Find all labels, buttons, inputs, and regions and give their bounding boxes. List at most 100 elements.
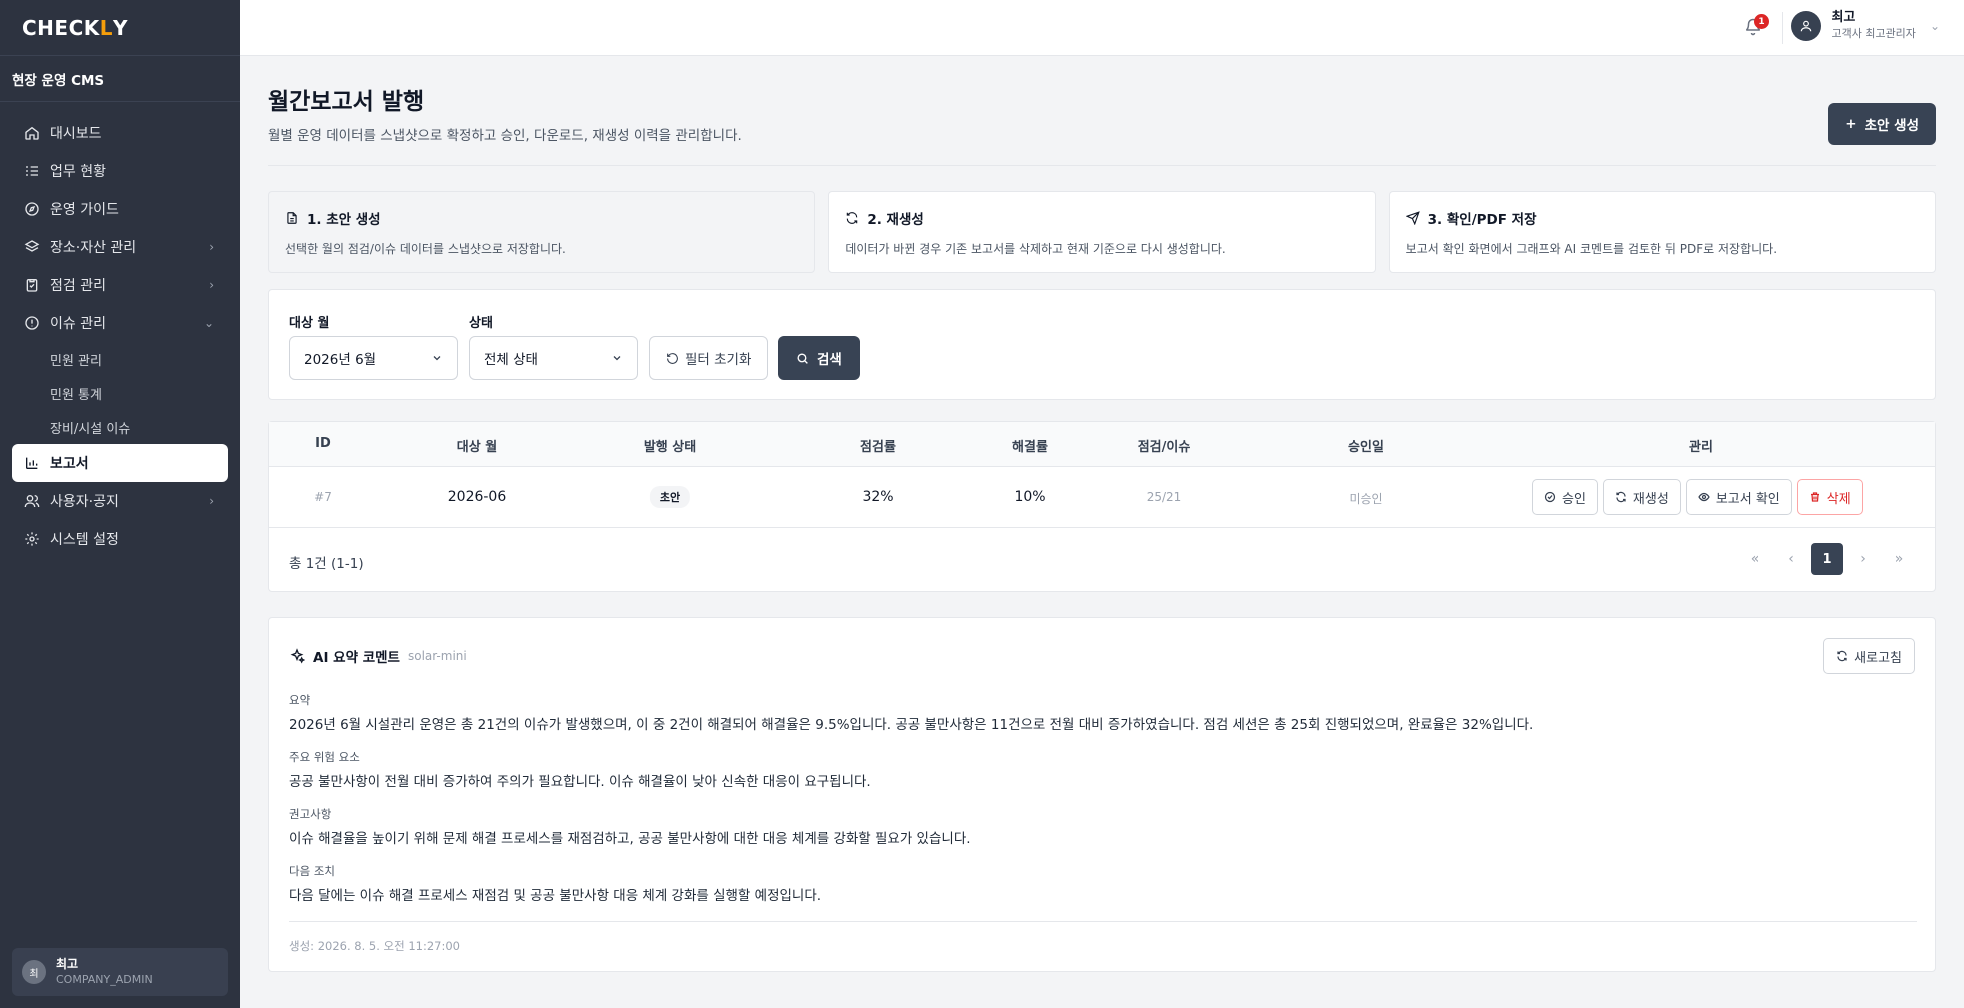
step-card-regen: 2. 재생성 데이터가 바뀐 경우 기존 보고서를 삭제하고 현재 기준으로 다… (828, 191, 1376, 273)
sidebar-item-places-assets[interactable]: 장소·자산 관리 › (12, 228, 228, 266)
filter-panel: 대상 월 2026년 6월 상태 전체 상태 필터 초기화 검색 (268, 289, 1936, 400)
refresh-icon (847, 212, 858, 224)
regenerate-label: 재생성 (1632, 491, 1669, 507)
sidebar-subitem-complaint-stats[interactable]: 민원 통계 (0, 376, 240, 410)
cell-approved: 미승인 (1349, 492, 1383, 506)
cell-counts: 25/21 (1146, 490, 1182, 504)
regenerate-button[interactable]: 재생성 (1602, 479, 1681, 515)
table-row: #7 2026-06 초안 32% 10% 25/21 미승인 승인 재생성 보… (269, 467, 1935, 528)
user-icon (1801, 20, 1812, 31)
col-header-actions: 관리 (1689, 440, 1713, 455)
refresh-button[interactable]: 새로고침 (1823, 638, 1915, 674)
col-header-status: 발행 상태 (643, 440, 697, 455)
view-report-button[interactable]: 보고서 확인 (1685, 479, 1792, 515)
col-header-id: ID (315, 436, 331, 451)
avatar: 최 (22, 960, 46, 984)
logo-text: CHECK (22, 15, 100, 40)
sidebar-item-settings[interactable]: 시스템 설정 (12, 520, 228, 558)
col-header-inspect-rate: 점검률 (860, 440, 896, 455)
sidebar-subitem-equipment-issues[interactable]: 장비/시설 이슈 (0, 410, 240, 444)
step-desc: 데이터가 바뀐 경우 기존 보고서를 삭제하고 현재 기준으로 다시 생성합니다… (845, 242, 1226, 256)
step-desc: 선택한 월의 점검/이슈 데이터를 스냅샷으로 저장합니다. (285, 242, 566, 256)
sidebar-item-label: 점검 관리 (50, 278, 106, 294)
search-icon (797, 352, 808, 364)
chevron-down-icon (613, 356, 621, 361)
approve-button[interactable]: 승인 (1532, 479, 1598, 515)
sidebar-item-guide[interactable]: 운영 가이드 (12, 190, 228, 228)
sidebar-item-label: 운영 가이드 (50, 202, 119, 218)
ai-section-label: 요약 (289, 693, 311, 707)
logo-tail: Y (113, 15, 128, 40)
month-select[interactable]: 2026년 6월 (289, 336, 458, 380)
rotate-ccw-icon (667, 352, 678, 364)
divider (289, 921, 1917, 922)
gear-icon (24, 531, 40, 547)
clipboard-icon (24, 277, 40, 293)
search-label: 검색 (817, 352, 842, 368)
row-actions: 승인 재생성 보고서 확인 삭제 (1532, 479, 1863, 515)
sidebar-item-users-notices[interactable]: 사용자·공지 › (12, 482, 228, 520)
eye-icon (1698, 492, 1710, 502)
table-header: ID 대상 월 발행 상태 점검률 해결률 점검/이슈 승인일 관리 (269, 422, 1935, 467)
notification-button[interactable]: 1 (1744, 14, 1769, 38)
user-role: 고객사 최고관리자 (1831, 27, 1916, 40)
chevron-down-icon: ⌄ (203, 316, 214, 330)
next-page-button[interactable]: › (1847, 543, 1879, 575)
ai-model-name: solar-mini (407, 649, 467, 663)
sidebar-item-label: 장소·자산 관리 (50, 240, 137, 256)
last-page-button[interactable]: » (1883, 543, 1915, 575)
sidebar-item-reports[interactable]: 보고서 (12, 444, 228, 482)
sidebar-user-name: 최고 (56, 957, 79, 971)
plus-icon: + (1845, 116, 1857, 132)
prev-page-button[interactable]: ‹ (1775, 543, 1807, 575)
page-description: 월별 운영 데이터를 스냅샷으로 확정하고 승인, 다운로드, 재생성 이력을 … (268, 128, 742, 144)
cell-month: 2026-06 (447, 489, 507, 505)
col-header-month: 대상 월 (456, 440, 498, 455)
sidebar-user-role: COMPANY_ADMIN (56, 973, 153, 986)
ai-section-summary: 요약 2026년 6월 시설관리 운영은 총 21건의 이슈가 발생했으며, 이… (289, 692, 1533, 733)
page-button-current[interactable]: 1 (1811, 543, 1843, 575)
sparkles-icon (290, 648, 305, 664)
ai-section-next-steps: 다음 조치 다음 달에는 이슈 해결 프로세스 재점검 및 공공 불만사항 대응… (289, 863, 821, 904)
sidebar-item-dashboard[interactable]: 대시보드 (12, 114, 228, 152)
send-icon (1405, 211, 1420, 225)
user-menu[interactable]: 최고 고객사 최고관리자 ⌄ (1791, 10, 1940, 41)
report-table: ID 대상 월 발행 상태 점검률 해결률 점검/이슈 승인일 관리 #7 20… (268, 421, 1936, 592)
pagination: « ‹ 1 › » (1739, 543, 1915, 575)
ai-section-risks: 주요 위험 요소 공공 불만사항이 전월 대비 증가하여 주의가 필요합니다. … (289, 749, 871, 790)
sidebar-item-issues[interactable]: 이슈 관리 ⌄ (12, 304, 228, 342)
users-icon (24, 493, 40, 509)
divider (268, 165, 1936, 166)
notification-badge: 1 (1754, 14, 1769, 29)
sidebar-item-work-status[interactable]: 업무 현황 (12, 152, 228, 190)
refresh-label: 새로고침 (1854, 650, 1902, 666)
status-select-value: 전체 상태 (484, 352, 538, 368)
sidebar: CHECK L Y 현장 운영 CMS 대시보드 업무 현황 운영 가이드 장소·자… (0, 0, 240, 1008)
logo[interactable]: CHECK L Y (0, 0, 240, 56)
reset-filter-button[interactable]: 필터 초기화 (649, 336, 769, 380)
first-page-button[interactable]: « (1739, 543, 1771, 575)
create-draft-label: 초안 생성 (1864, 118, 1919, 134)
col-header-approved: 승인일 (1348, 440, 1384, 455)
ai-section-body: 다음 달에는 이슈 해결 프로세스 재점검 및 공공 불만사항 대응 체계 강화… (289, 888, 822, 904)
logo-accent: L (99, 15, 114, 40)
create-draft-button[interactable]: + 초안 생성 (1828, 103, 1936, 145)
cell-resolve-rate: 10% (1014, 489, 1046, 505)
status-select[interactable]: 전체 상태 (469, 336, 638, 380)
sidebar-item-label: 업무 현황 (50, 164, 106, 180)
sidebar-subitem-complaints[interactable]: 민원 관리 (0, 342, 240, 376)
ai-summary-card: AI 요약 코멘트 solar-mini 새로고침 요약 2026년 6월 시설… (268, 617, 1936, 972)
check-circle-icon (1544, 491, 1556, 503)
refresh-icon (1837, 650, 1847, 662)
delete-button[interactable]: 삭제 (1796, 479, 1863, 515)
search-button[interactable]: 검색 (778, 336, 860, 380)
col-header-resolve-rate: 해결률 (1012, 440, 1048, 455)
sidebar-item-inspection[interactable]: 점검 관리 › (12, 266, 228, 304)
ai-summary-header: AI 요약 코멘트 solar-mini (289, 646, 467, 666)
generated-timestamp: 생성: 2026. 8. 5. 오전 11:27:00 (289, 939, 460, 953)
status-badge: 초안 (649, 486, 691, 508)
step-desc: 보고서 확인 화면에서 그래프와 AI 코멘트를 검토한 뒤 PDF로 저장합니… (1405, 242, 1778, 256)
step-card-pdf: 3. 확인/PDF 저장 보고서 확인 화면에서 그래프와 AI 코멘트를 검토… (1388, 191, 1936, 273)
sidebar-user-card[interactable]: 최 최고 COMPANY_ADMIN (12, 948, 228, 996)
sidebar-item-label: 대시보드 (50, 126, 102, 142)
